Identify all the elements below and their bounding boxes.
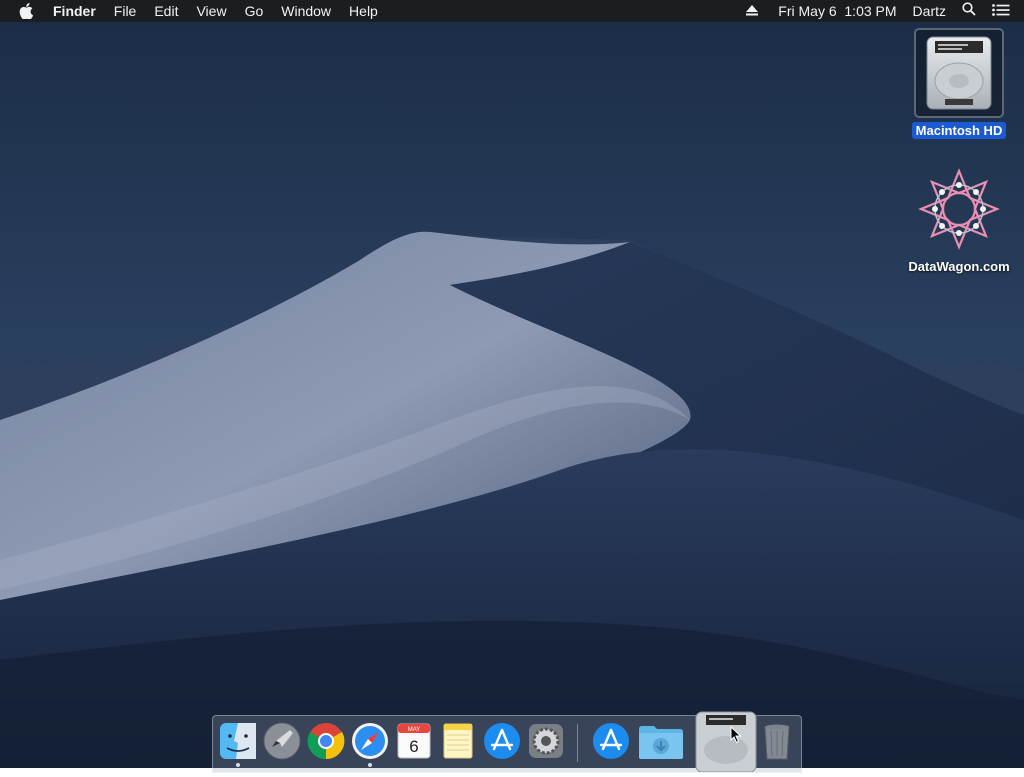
datawagon-logo-icon <box>914 164 1004 254</box>
menu-edit[interactable]: Edit <box>145 0 187 22</box>
calendar-day: 6 <box>409 737 418 756</box>
dock-dragged-hard-drive-icon[interactable] <box>693 710 759 773</box>
mouse-cursor-icon <box>730 725 742 749</box>
spotlight-icon[interactable] <box>954 0 984 22</box>
dock-separator <box>577 724 578 762</box>
menu-file[interactable]: File <box>105 0 146 22</box>
menu-help[interactable]: Help <box>340 0 387 22</box>
dock-app-store-download-icon[interactable] <box>591 721 631 761</box>
user-menu[interactable]: Dartz <box>905 0 954 22</box>
dock-calendar-icon[interactable]: MAY 6 <box>394 721 434 761</box>
dock-safari-icon[interactable] <box>350 721 390 761</box>
eject-icon[interactable] <box>738 0 766 22</box>
running-indicator <box>236 763 240 767</box>
clock[interactable]: Fri May 6 1:03 PM <box>766 0 904 22</box>
desktop-icon-label: DataWagon.com <box>908 259 1010 274</box>
hard-drive-icon <box>914 28 1004 118</box>
menu-go[interactable]: Go <box>236 0 273 22</box>
menu-bar: Finder File Edit View Go Window Help Fri… <box>0 0 1024 22</box>
notification-center-icon[interactable] <box>984 0 1024 22</box>
dock-chrome-icon[interactable] <box>306 721 346 761</box>
menu-view[interactable]: View <box>187 0 235 22</box>
dock-downloads-folder-icon[interactable] <box>637 721 685 761</box>
menu-window[interactable]: Window <box>272 0 340 22</box>
dock: MAY 6 <box>212 711 802 773</box>
dock-system-preferences-icon[interactable] <box>526 721 566 761</box>
dock-launchpad-icon[interactable] <box>262 721 302 761</box>
dock-notes-icon[interactable] <box>438 721 478 761</box>
desktop-icon-datawagon[interactable]: DataWagon.com <box>904 164 1014 275</box>
menu-app-finder[interactable]: Finder <box>44 0 105 22</box>
dock-finder-icon[interactable] <box>218 721 258 761</box>
desktop[interactable]: Macintosh HD DataWagon.com <box>0 0 1024 768</box>
desktop-icon-macintosh-hd[interactable]: Macintosh HD <box>904 28 1014 139</box>
apple-icon[interactable] <box>16 0 36 22</box>
running-indicator <box>368 763 372 767</box>
dock-app-store-icon[interactable] <box>482 721 522 761</box>
dock-trash-icon[interactable] <box>757 721 797 761</box>
calendar-month: MAY <box>408 727 421 733</box>
desktop-icon-label: Macintosh HD <box>911 122 1007 139</box>
wallpaper-mojave-night <box>0 0 1024 768</box>
menu-bar-status-area: Fri May 6 1:03 PM Dartz <box>738 0 1024 22</box>
